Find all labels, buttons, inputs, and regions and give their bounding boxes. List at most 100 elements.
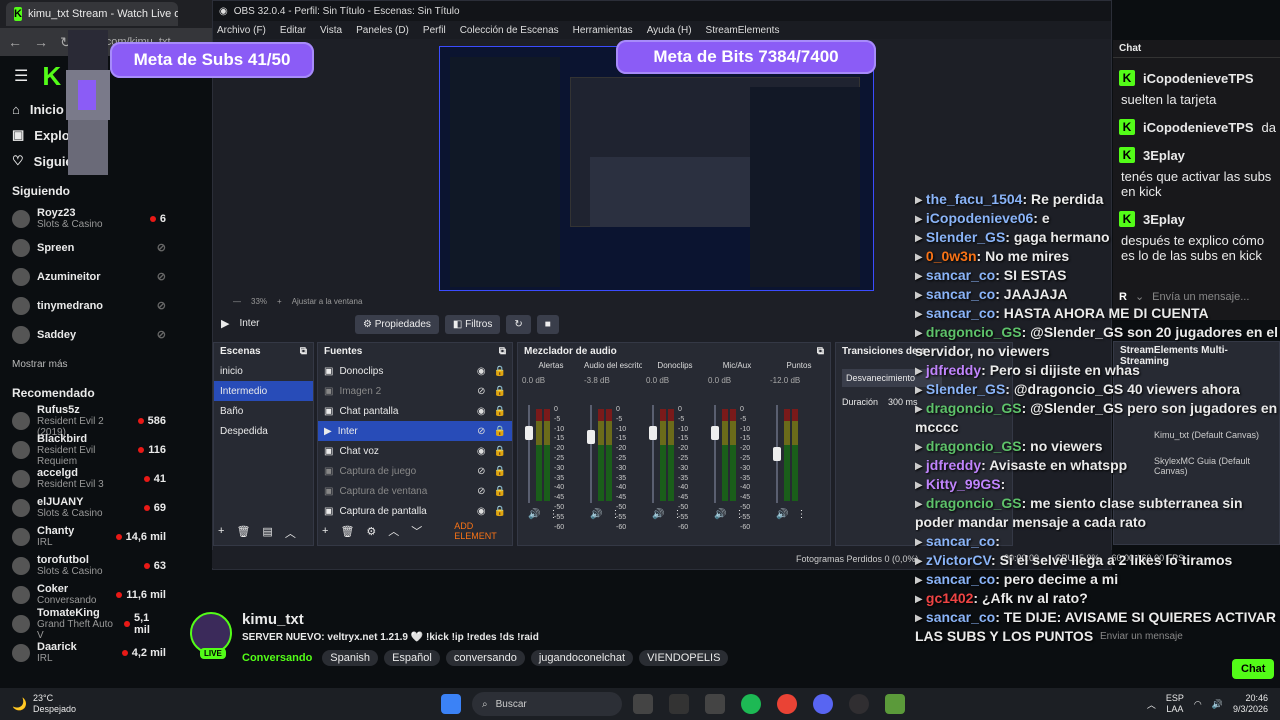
- move-up-icon[interactable]: ︿: [285, 525, 296, 541]
- obs-menu-item[interactable]: Colección de Escenas: [460, 25, 559, 36]
- channel-item[interactable]: TomateKing Grand Theft Auto V 5,1 mil: [0, 607, 178, 641]
- stop-button[interactable]: ■: [536, 315, 559, 334]
- filters-button[interactable]: ◧ Filtros: [444, 315, 501, 334]
- menu-icon[interactable]: ☰: [14, 66, 28, 86]
- channel-item[interactable]: tinymedrano ⊘: [0, 291, 178, 320]
- play-icon[interactable]: ▶: [221, 317, 229, 330]
- zoom-in-icon[interactable]: +: [277, 297, 282, 306]
- channel-item[interactable]: Rufus5z Resident Evil 2 (2019) 586: [0, 404, 178, 438]
- obs-menu-item[interactable]: Editar: [280, 25, 306, 36]
- lock-icon[interactable]: 🔒: [494, 486, 506, 497]
- volume-icon[interactable]: 🔊: [528, 509, 540, 520]
- show-more-link[interactable]: Mostrar más: [0, 349, 178, 376]
- chevron-up-icon[interactable]: ︿: [1147, 698, 1156, 711]
- move-down-icon[interactable]: ﹀: [411, 523, 422, 539]
- volume-icon[interactable]: 🔊: [1212, 699, 1223, 710]
- refresh-button[interactable]: ↻: [506, 315, 531, 334]
- lock-icon[interactable]: 🔒: [494, 426, 506, 437]
- more-icon[interactable]: ⋮: [796, 509, 806, 520]
- obs-menu-item[interactable]: StreamElements: [706, 25, 780, 36]
- obs-preview-canvas[interactable]: [439, 46, 874, 291]
- chat-username[interactable]: 3Eplay: [1143, 148, 1185, 163]
- chat-username[interactable]: iCopodenieveTPS: [1143, 120, 1254, 135]
- channel-item[interactable]: Chanty IRL 14,6 mil: [0, 522, 178, 551]
- obs-menu-item[interactable]: Ayuda (H): [647, 25, 692, 36]
- channel-item[interactable]: torofutbol Slots & Casino 63: [0, 551, 178, 580]
- add-scene-icon[interactable]: +: [218, 525, 224, 541]
- obs-menu-item[interactable]: Vista: [320, 25, 342, 36]
- channel-item[interactable]: Spreen ⊘: [0, 233, 178, 262]
- eye-icon[interactable]: ◉: [477, 406, 486, 417]
- eye-icon[interactable]: ◉: [477, 506, 486, 517]
- source-settings-icon[interactable]: ⚙: [366, 525, 376, 538]
- chrome-icon[interactable]: [777, 694, 797, 714]
- eye-hidden-icon[interactable]: ⊘: [477, 386, 485, 397]
- volume-fader[interactable]: [773, 405, 781, 503]
- more-icon[interactable]: ⋮: [672, 509, 682, 520]
- lock-icon[interactable]: 🔒: [494, 386, 506, 397]
- eye-hidden-icon[interactable]: ⊘: [477, 486, 485, 497]
- properties-button[interactable]: ⚙ Propiedades: [355, 315, 439, 334]
- eye-hidden-icon[interactable]: ⊘: [477, 466, 485, 477]
- stream-category[interactable]: Conversando: [242, 652, 312, 664]
- volume-fader[interactable]: [525, 405, 533, 503]
- chat-send-button[interactable]: Chat: [1232, 659, 1275, 679]
- scene-item[interactable]: inicio: [214, 361, 313, 381]
- volume-icon[interactable]: 🔊: [590, 509, 602, 520]
- fader-knob[interactable]: [587, 430, 595, 444]
- more-icon[interactable]: ⋮: [610, 509, 620, 520]
- more-icon[interactable]: ⋮: [734, 509, 744, 520]
- stream-tag[interactable]: conversando: [445, 650, 525, 666]
- lock-icon[interactable]: 🔒: [494, 406, 506, 417]
- duration-field[interactable]: 300 ms: [888, 397, 918, 407]
- channel-item[interactable]: Blackbird Resident Evil Requiem 116: [0, 433, 178, 467]
- browser-tab[interactable]: Kkimu_txt Stream - Watch Live o✕: [6, 2, 178, 26]
- scene-item[interactable]: Intermedio: [214, 381, 313, 401]
- source-item[interactable]: ▣ Donoclips ◉ 🔒: [318, 361, 512, 381]
- add-element-button[interactable]: ADD ELEMENT: [454, 521, 512, 541]
- explorer-icon[interactable]: [633, 694, 653, 714]
- obs-menu-item[interactable]: Paneles (D): [356, 25, 409, 36]
- send-message-input[interactable]: Enviar un mensaje: [1080, 628, 1270, 648]
- stream-tag[interactable]: Spanish: [322, 650, 379, 666]
- source-item[interactable]: ▶ Inter ⊘ 🔒: [318, 421, 512, 441]
- stream-tag[interactable]: Español: [384, 650, 440, 666]
- panel-undock-icon[interactable]: ⧉: [300, 346, 307, 358]
- volume-fader[interactable]: [711, 405, 719, 503]
- obs-menu-item[interactable]: Perfil: [423, 25, 446, 36]
- volume-icon[interactable]: 🔊: [776, 509, 788, 520]
- channel-item[interactable]: Royz23 Slots & Casino 6: [0, 204, 178, 233]
- source-item[interactable]: ▣ Captura de pantalla ◉ 🔒: [318, 501, 512, 521]
- discord-icon[interactable]: [813, 694, 833, 714]
- wifi-icon[interactable]: ◠: [1194, 699, 1202, 710]
- move-up-icon[interactable]: ︿: [388, 523, 399, 539]
- epic-icon[interactable]: [669, 694, 689, 714]
- channel-item[interactable]: elJUANY Slots & Casino 69: [0, 493, 178, 522]
- source-item[interactable]: ▣ Chat voz ◉ 🔒: [318, 441, 512, 461]
- lock-icon[interactable]: 🔒: [494, 506, 506, 517]
- more-icon[interactable]: ⋮: [548, 509, 558, 520]
- source-item[interactable]: ▣ Captura de juego ⊘ 🔒: [318, 461, 512, 481]
- fader-knob[interactable]: [711, 426, 719, 440]
- eye-icon[interactable]: ◉: [477, 366, 486, 377]
- channel-item[interactable]: Daarick IRL 4,2 mil: [0, 638, 178, 667]
- lock-icon[interactable]: 🔒: [494, 366, 506, 377]
- windows-start-icon[interactable]: [441, 694, 461, 714]
- remove-scene-icon[interactable]: 🗑: [236, 525, 250, 541]
- remove-source-icon[interactable]: 🗑: [340, 525, 354, 538]
- eye-hidden-icon[interactable]: ⊘: [477, 426, 485, 437]
- channel-item[interactable]: accelgd Resident Evil 3 41: [0, 464, 178, 493]
- volume-fader[interactable]: [587, 405, 595, 503]
- volume-icon[interactable]: 🔊: [714, 509, 726, 520]
- volume-icon[interactable]: 🔊: [652, 509, 664, 520]
- fader-knob[interactable]: [525, 426, 533, 440]
- scene-item[interactable]: Baño: [214, 401, 313, 421]
- channel-item[interactable]: Coker Conversando 11,6 mil: [0, 580, 178, 609]
- chat-username[interactable]: iCopodenieveTPS: [1143, 71, 1254, 86]
- taskbar-search[interactable]: ⌕ Buscar: [472, 692, 622, 716]
- zoom-out-icon[interactable]: —: [233, 297, 241, 306]
- back-icon[interactable]: ←: [8, 34, 22, 50]
- add-source-icon[interactable]: +: [322, 525, 328, 537]
- streamer-name[interactable]: kimu_txt: [242, 611, 304, 628]
- minecraft-icon[interactable]: [885, 694, 905, 714]
